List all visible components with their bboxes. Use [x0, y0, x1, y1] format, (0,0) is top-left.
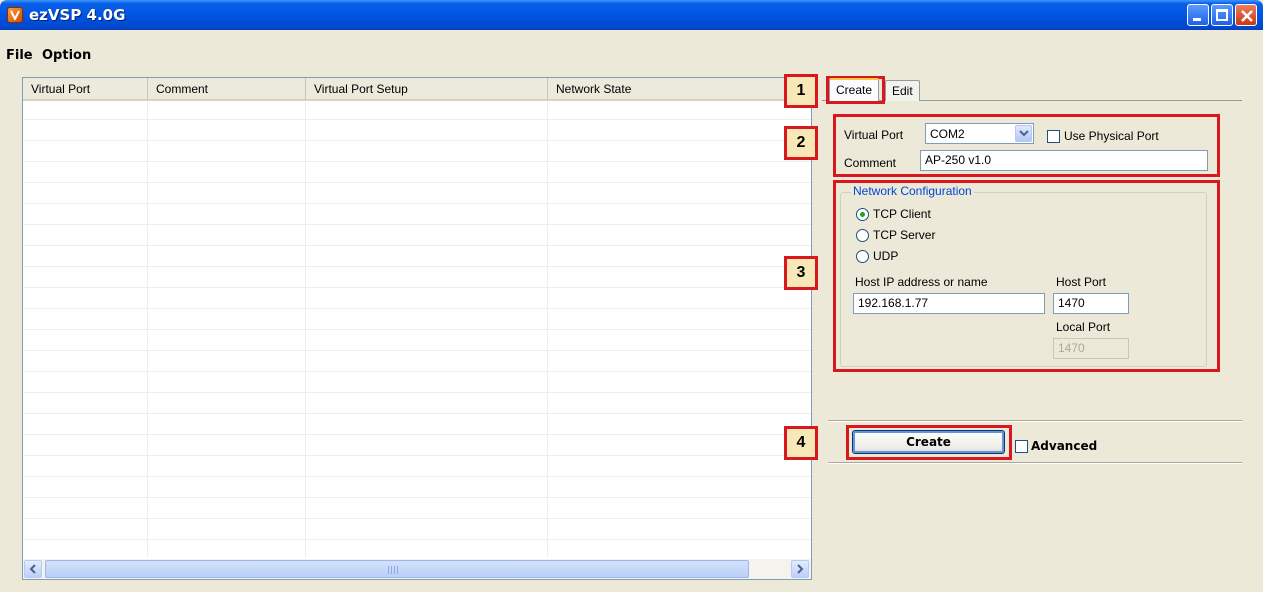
row-divider: [23, 119, 811, 120]
scroll-thumb[interactable]: [45, 560, 749, 578]
row-divider: [23, 413, 811, 414]
advanced-label: Advanced: [1031, 439, 1098, 453]
row-divider: [23, 182, 811, 183]
column-virtual-port-setup[interactable]: Virtual Port Setup: [306, 78, 548, 100]
highlight-create-button: [846, 425, 1012, 460]
menu-option[interactable]: Option: [42, 48, 91, 63]
row-divider: [23, 287, 811, 288]
close-button[interactable]: [1235, 4, 1257, 26]
column-comment[interactable]: Comment: [148, 78, 306, 100]
separator: [828, 420, 1242, 422]
minimize-icon: [1193, 18, 1201, 21]
maximize-icon: [1216, 9, 1228, 21]
horizontal-scrollbar[interactable]: [23, 559, 811, 579]
scroll-right-button[interactable]: [791, 560, 809, 578]
list-rows[interactable]: [23, 102, 811, 557]
row-divider: [23, 392, 811, 393]
annotation-number-4: 4: [784, 426, 818, 460]
menu-file[interactable]: File: [6, 48, 33, 63]
row-divider: [23, 455, 811, 456]
highlight-network-configuration: [833, 180, 1220, 372]
window-title: ezVSP 4.0G: [29, 6, 126, 24]
tab-create[interactable]: Create: [829, 78, 880, 101]
chevron-left-icon: [29, 564, 36, 574]
separator: [828, 462, 1242, 464]
menu-bar: File Option: [0, 48, 1263, 66]
annotation-number-3: 3: [784, 256, 818, 290]
row-divider: [23, 539, 811, 540]
row-divider: [23, 203, 811, 204]
maximize-button[interactable]: [1211, 4, 1233, 26]
column-network-state[interactable]: Network State: [548, 78, 811, 100]
close-icon: [1241, 10, 1253, 22]
row-divider: [23, 161, 811, 162]
row-divider: [23, 476, 811, 477]
column-virtual-port[interactable]: Virtual Port: [23, 78, 148, 100]
list-header: Virtual Port Comment Virtual Port Setup …: [23, 78, 811, 101]
tab-edit[interactable]: Edit: [885, 80, 920, 101]
row-divider: [23, 245, 811, 246]
advanced-checkbox[interactable]: [1015, 440, 1028, 453]
row-divider: [23, 518, 811, 519]
row-divider: [23, 224, 811, 225]
scroll-left-button[interactable]: [24, 560, 42, 578]
chevron-right-icon: [797, 564, 804, 574]
row-divider: [23, 329, 811, 330]
minimize-button[interactable]: [1187, 4, 1209, 26]
row-divider: [23, 266, 811, 267]
app-icon[interactable]: [7, 7, 23, 23]
title-bar[interactable]: ezVSP 4.0G: [0, 0, 1263, 30]
row-divider: [23, 308, 811, 309]
grip-icon: [388, 566, 400, 574]
annotation-number-2: 2: [784, 126, 818, 160]
row-divider: [23, 497, 811, 498]
highlight-port-settings: [833, 114, 1220, 177]
annotation-number-1: 1: [784, 74, 818, 108]
virtual-port-list[interactable]: Virtual Port Comment Virtual Port Setup …: [22, 77, 812, 580]
row-divider: [23, 350, 811, 351]
row-divider: [23, 371, 811, 372]
row-divider: [23, 434, 811, 435]
row-divider: [23, 140, 811, 141]
